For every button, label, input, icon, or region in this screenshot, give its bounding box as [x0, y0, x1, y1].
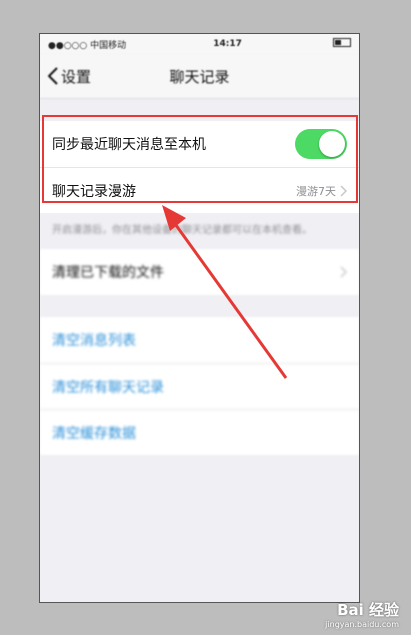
screenshot-stage: ●●○○○ 中国移动 14:17 设置 聊天记录 同步最近聊天消息至本机 聊天记… — [0, 0, 411, 635]
clock-label: 14:17 — [213, 39, 242, 49]
clear-all-chat-history-row[interactable]: 清空所有聊天记录 — [40, 363, 359, 409]
clean-downloaded-files-label: 清理已下载的文件 — [52, 265, 164, 281]
back-label: 设置 — [61, 67, 92, 86]
chat-history-roaming-row[interactable]: 聊天记录漫游 漫游7天 — [40, 167, 359, 213]
file-cleanup-group: 清理已下载的文件 — [40, 249, 359, 295]
status-bar: ●●○○○ 中国移动 14:17 — [40, 34, 359, 54]
clear-cache-row[interactable]: 清空缓存数据 — [40, 409, 359, 455]
carrier-label: ●●○○○ 中国移动 — [48, 40, 127, 51]
clear-cache-label: 清空缓存数据 — [52, 425, 136, 442]
toggle-knob — [319, 131, 345, 157]
roaming-duration: 漫游7天 — [296, 184, 336, 198]
back-button[interactable]: 设置 — [40, 66, 91, 87]
watermark-site: jingyan.baidu.com — [325, 620, 399, 629]
clear-message-list-label: 清空消息列表 — [52, 333, 136, 349]
clean-downloaded-files-row[interactable]: 清理已下载的文件 — [40, 249, 359, 295]
sync-recent-messages-row[interactable]: 同步最近聊天消息至本机 — [40, 121, 359, 167]
sync-recent-messages-toggle[interactable] — [295, 129, 347, 159]
chevron-left-icon — [48, 67, 58, 85]
chevron-right-icon — [340, 266, 347, 278]
phone-screen: ●●○○○ 中国移动 14:17 设置 聊天记录 同步最近聊天消息至本机 聊天记… — [39, 33, 360, 603]
clear-message-list-row[interactable]: 清空消息列表 — [40, 317, 359, 363]
battery-icon — [329, 38, 351, 50]
roaming-description: 开启漫游后，你在其他设备的聊天记录都可以在本机查看。 — [52, 225, 312, 236]
navigation-bar: 设置 聊天记录 — [40, 54, 359, 99]
roaming-value: 漫游7天 — [296, 183, 347, 199]
sync-settings-group: 同步最近聊天消息至本机 聊天记录漫游 漫游7天 — [40, 121, 359, 213]
clear-data-group: 清空消息列表 清空所有聊天记录 清空缓存数据 — [40, 317, 359, 455]
watermark-brand: Bai 经验 — [337, 601, 399, 619]
chat-history-roaming-label: 聊天记录漫游 — [52, 183, 136, 200]
baidu-jingyan-watermark: Bai 经验 jingyan.baidu.com — [325, 599, 399, 629]
chevron-right-icon — [340, 184, 347, 197]
sync-recent-messages-label: 同步最近聊天消息至本机 — [52, 137, 206, 153]
clear-all-chat-history-label: 清空所有聊天记录 — [52, 379, 164, 396]
